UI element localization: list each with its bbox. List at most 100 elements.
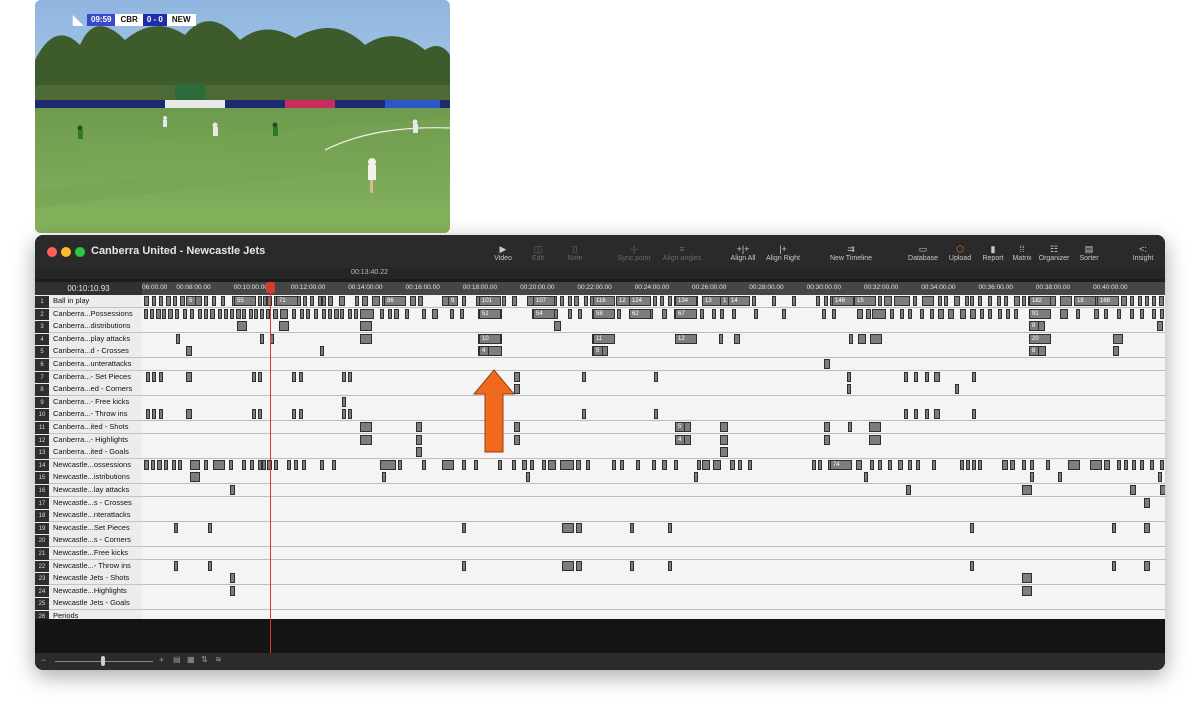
timeline-instance[interactable] [394,308,399,319]
timeline-instance[interactable] [416,434,422,445]
timeline-instance[interactable] [734,333,740,344]
timeline-instance[interactable] [274,459,278,470]
timeline-instance[interactable] [258,371,262,382]
timeline-instance[interactable] [548,459,556,470]
row-label[interactable]: 19 Newcastle...Set Pieces [35,521,142,535]
row-label[interactable]: 9 Canberra...- Free kicks [35,395,142,409]
timeline-instance-labeled[interactable]: 134 [675,296,697,306]
timeline-instance[interactable] [620,459,624,470]
timeline-instance[interactable] [236,308,241,319]
timeline-instance[interactable] [816,296,820,306]
timeline-instance[interactable] [1160,459,1164,470]
timeline-instance[interactable] [997,296,1001,306]
track-row[interactable] [142,408,1165,422]
timeline-instance[interactable] [562,522,574,533]
timeline-instance[interactable] [848,422,852,432]
list-icon[interactable]: ▤ [173,655,181,664]
timeline-instance[interactable] [1022,485,1032,495]
timeline-instance[interactable] [754,308,758,319]
timeline-instance[interactable] [522,459,527,470]
plus-icon[interactable]: + [159,655,164,665]
timeline-instance[interactable] [166,296,171,306]
timeline-instance[interactable] [252,371,256,382]
timeline-instance[interactable] [213,459,225,470]
timeline-instance[interactable] [292,409,296,420]
broadcast-icon[interactable]: ≋ [215,655,222,664]
timeline-instance[interactable] [1113,333,1123,344]
track-row[interactable] [142,534,1165,548]
timeline-instance[interactable] [965,296,969,306]
timeline-instance[interactable] [328,296,333,306]
timeline-instance[interactable] [1030,472,1034,483]
playhead[interactable] [270,282,271,653]
timeline-instance[interactable] [568,296,572,306]
timeline-instance[interactable] [1150,459,1154,470]
timeline-instance[interactable] [342,396,346,407]
timeline-instance[interactable] [146,409,150,420]
timeline-instance[interactable] [824,434,830,445]
timeline-instance[interactable] [418,296,423,306]
timeline-instance[interactable] [230,573,235,584]
timeline-instance[interactable] [586,459,590,470]
timeline-instance-labeled[interactable]: 58 [593,308,615,319]
timeline-instance[interactable] [1144,560,1150,571]
minimize-window-button[interactable] [61,247,71,257]
row-label[interactable]: 24 Newcastle...Highlights [35,584,142,598]
row-label[interactable]: 11 Canberra...ited - Shots [35,421,142,434]
track-row[interactable]: 8 [142,320,1165,334]
track-row[interactable] [142,597,1165,611]
timeline-instance[interactable] [252,409,256,420]
timeline-instance-labeled[interactable]: 67 [675,308,697,319]
timeline-instance[interactable] [869,422,881,432]
timeline-instance[interactable] [713,459,721,470]
timeline-instance[interactable] [416,447,422,458]
timeline-instance[interactable] [898,459,903,470]
timeline-instance[interactable] [176,333,180,344]
track-row[interactable] [142,446,1165,460]
timeline-instance[interactable] [554,321,561,332]
timeline-instance[interactable] [824,359,830,369]
timeline-instance[interactable] [697,459,701,470]
timeline-instance-labeled[interactable]: 107 [533,296,555,306]
timeline-instance[interactable] [568,308,572,319]
timeline-instance[interactable] [380,459,396,470]
timeline-instance[interactable] [890,308,894,319]
timeline-instance[interactable] [1030,459,1034,470]
timeline-instance[interactable] [144,296,149,306]
timeline-instance-labeled[interactable]: 15 [854,296,876,306]
timeline-instance[interactable] [1094,308,1099,319]
timeline-instance[interactable] [720,447,728,458]
timeline-instance[interactable] [1014,308,1018,319]
timeline-instance[interactable] [700,308,704,319]
timeline-instance[interactable] [904,371,908,382]
timeline-instance[interactable] [462,560,466,571]
track-row[interactable] [142,484,1165,497]
timeline-instance-labeled[interactable]: 124 [629,296,651,306]
timeline-instance[interactable] [849,333,853,344]
timeline-instance[interactable] [460,308,464,319]
timeline-instance[interactable] [960,459,964,470]
timeline-instance[interactable] [152,371,156,382]
timeline-instance[interactable] [292,371,296,382]
timeline-instance[interactable] [652,459,656,470]
timeline-instance[interactable] [302,459,306,470]
timeline-instance[interactable] [322,308,326,319]
timeline-instance[interactable] [320,459,324,470]
timeline-instance[interactable] [720,308,724,319]
timeline-instance[interactable] [944,296,948,306]
timeline-instance[interactable] [144,459,149,470]
timeline-instance[interactable] [1022,585,1032,596]
timeline-instance[interactable] [422,459,426,470]
timeline-instance[interactable] [955,384,959,395]
timeline-instance[interactable] [260,333,264,344]
timeline-instance[interactable] [1004,296,1008,306]
timeline-instance[interactable] [712,308,716,319]
timeline-instance[interactable] [172,459,176,470]
timeline-instance[interactable] [824,296,828,306]
timeline-instance-labeled[interactable]: 4 [479,346,489,357]
timeline-instance[interactable] [474,459,478,470]
timeline-instance[interactable] [966,459,970,470]
timeline-instance[interactable] [242,308,246,319]
timeline-instance[interactable] [1145,296,1149,306]
timeline-instance[interactable] [970,296,974,306]
